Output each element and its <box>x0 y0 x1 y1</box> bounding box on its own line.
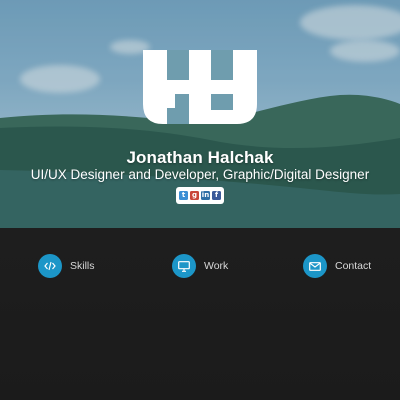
nav-item-skills[interactable]: Skills <box>38 254 95 278</box>
profile-name: Jonathan Halchak <box>126 148 274 167</box>
facebook-icon[interactable]: f <box>212 191 221 200</box>
monitor-icon <box>172 254 196 278</box>
code-icon <box>38 254 62 278</box>
profile-tagline: UI/UX Designer and Developer, Graphic/Di… <box>30 167 370 182</box>
google-plus-icon[interactable]: g <box>190 191 199 200</box>
twitter-icon[interactable]: t <box>179 191 188 200</box>
nav-label: Work <box>204 260 229 272</box>
social-links-bar: t g in f <box>176 187 224 204</box>
hero-banner: Jonathan Halchak UI/UX Designer and Deve… <box>0 0 400 228</box>
jh-logo-icon[interactable] <box>143 50 257 124</box>
nav-item-work[interactable]: Work <box>172 254 228 278</box>
nav-item-contact[interactable]: Contact <box>303 254 371 278</box>
main-content: Skills Work Contact <box>0 228 400 400</box>
linkedin-icon[interactable]: in <box>201 191 210 200</box>
envelope-icon <box>303 254 327 278</box>
nav-label: Contact <box>335 260 372 272</box>
nav-label: Skills <box>70 260 95 272</box>
